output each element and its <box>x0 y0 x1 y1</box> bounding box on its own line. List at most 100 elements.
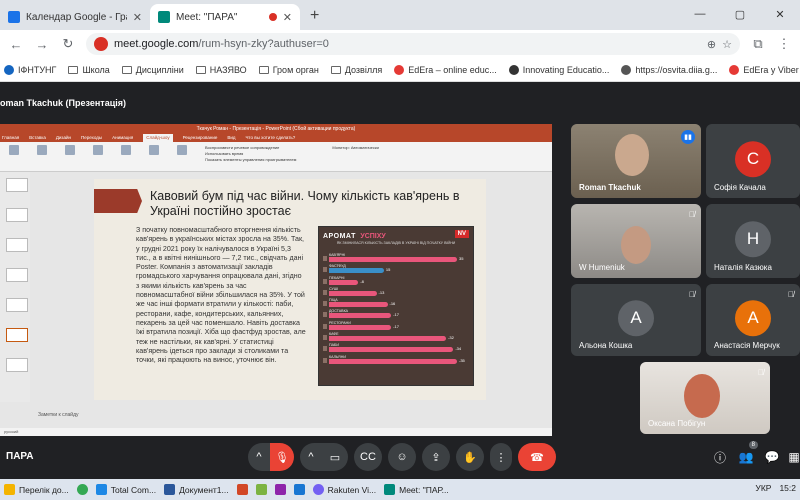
taskbar-item[interactable]: Rakuten Vi... <box>309 479 381 500</box>
present-button[interactable]: ⇪ <box>422 443 450 471</box>
site-icon <box>621 64 632 75</box>
taskbar-item[interactable] <box>73 479 92 500</box>
bookmark-folder[interactable]: Школа <box>68 65 110 75</box>
avatar: H <box>735 221 771 258</box>
meet-icon <box>158 11 170 23</box>
ribbon-button <box>143 145 165 168</box>
menu-icon[interactable]: ⋮ <box>776 36 792 52</box>
system-tray: УКР 15:2 <box>755 483 796 493</box>
menu-item-selected: Слайд-шоу <box>143 134 173 142</box>
site-icon <box>394 64 405 75</box>
row-icon <box>323 312 327 318</box>
url-text[interactable]: meet.google.com/rum-hsyn-zky?authuser=0 <box>114 38 701 50</box>
taskbar-item[interactable] <box>252 479 271 500</box>
site-icon <box>508 64 519 75</box>
tab-calendar[interactable]: Календар Google - Графік поч ✕ <box>0 4 150 30</box>
people-icon[interactable]: 👥 8 <box>736 441 758 467</box>
chat-icon[interactable]: 💬 <box>762 447 782 467</box>
slide-thumbnails <box>0 172 30 402</box>
row-value: -34 <box>455 346 462 352</box>
row-value: -16 <box>389 301 396 307</box>
close-tab-icon[interactable]: ✕ <box>133 11 142 24</box>
participant-tile[interactable]: ▮▮ Roman Tkachuk <box>571 124 701 198</box>
reload-icon[interactable]: ↻ <box>60 36 76 52</box>
menu-item: Главная <box>2 135 20 140</box>
zoom-icon[interactable]: ⊕ <box>707 38 716 51</box>
mic-off-button[interactable]: 🎙 <box>270 443 294 471</box>
bookmark-folder[interactable]: Дисципліни <box>121 65 184 75</box>
row-bar <box>329 268 384 274</box>
language-indicator[interactable]: УКР <box>755 483 771 493</box>
infographic-row: КАЛЬЯНИ -35 <box>323 355 471 366</box>
extensions-icon[interactable]: ⧉ <box>750 36 766 52</box>
bookmark-item[interactable]: Innovating Educatio... <box>508 64 609 75</box>
bookmark-item[interactable]: ІФНТУНГ <box>4 64 56 75</box>
clock[interactable]: 15:2 <box>779 483 796 493</box>
emoji-button[interactable]: ☺ <box>388 443 416 471</box>
ribbon-icon <box>149 145 159 155</box>
close-tab-icon[interactable]: ✕ <box>283 11 292 24</box>
site-info-icon[interactable] <box>94 37 108 51</box>
participant-count-badge: 8 <box>748 441 758 449</box>
bookmark-folder[interactable]: Гром орган <box>258 65 319 75</box>
activities-icon[interactable]: ▦ <box>784 447 800 467</box>
back-icon[interactable]: ← <box>8 37 24 52</box>
forward-icon[interactable]: → <box>34 37 50 52</box>
bookmark-item[interactable]: EdEra у Viber <box>729 64 799 75</box>
participant-tile[interactable]: A 🎙̸ Анастасія Мерчук <box>706 284 800 356</box>
browser-toolbar: ← → ↻ meet.google.com/rum-hsyn-zky?authu… <box>0 30 800 58</box>
row-label: ПЕКАРНІ <box>329 275 345 280</box>
bookmark-star-icon[interactable]: ☆ <box>722 38 732 51</box>
ribbon-icon <box>93 145 103 155</box>
close-window-button[interactable]: ✕ <box>760 0 800 28</box>
mic-off-icon: 🎙̸ <box>758 368 764 377</box>
slide-thumbnail <box>6 298 28 312</box>
address-bar[interactable]: meet.google.com/rum-hsyn-zky?authuser=0 … <box>86 33 740 55</box>
participant-name: Анастасія Мерчук <box>714 341 780 350</box>
taskbar-item[interactable]: Документ1... <box>160 479 233 500</box>
raise-hand-button[interactable]: ✋ <box>456 443 484 471</box>
more-options-button[interactable]: ⋮ <box>490 443 512 471</box>
participant-name: W Humeniuk <box>579 263 625 272</box>
slide: Кавовий бум під час війни. Чому кількіст… <box>94 179 486 400</box>
face-shape <box>615 134 649 176</box>
participant-tile[interactable]: 🎙̸ W Humeniuk <box>571 204 701 278</box>
mic-off-icon: 🎙̸ <box>689 290 695 299</box>
info-icon[interactable]: ⓘ <box>710 447 730 467</box>
maximize-button[interactable]: ▢ <box>720 0 760 28</box>
slide-thumbnail <box>6 208 28 222</box>
mic-options-button[interactable]: ^ <box>248 443 270 471</box>
participant-name: Софія Качала <box>714 183 766 192</box>
captions-button[interactable]: CC <box>354 443 382 471</box>
leave-call-button[interactable]: ☎ <box>518 443 556 471</box>
bookmark-item[interactable]: EdEra – online educ... <box>394 64 497 75</box>
infographic-row: КАВ'ЯРНІ 35 <box>323 253 471 264</box>
row-icon <box>323 267 327 273</box>
folder-icon <box>195 65 206 74</box>
taskbar-item[interactable] <box>271 479 290 500</box>
new-tab-button[interactable]: + <box>310 7 319 25</box>
participant-tile[interactable]: 🎙̸ Оксана Побігун <box>640 362 770 434</box>
minimize-button[interactable]: — <box>680 0 720 28</box>
bookmark-folder[interactable]: НАЗЯВО <box>195 65 247 75</box>
powerpoint-menu: Главная Вставка Дизайн Переходы Анимация… <box>0 134 552 142</box>
camera-button[interactable]: ▭ <box>322 443 348 471</box>
row-icon <box>323 346 327 352</box>
participant-tile[interactable]: A 🎙̸ Альона Кошка <box>571 284 701 356</box>
taskbar-item[interactable]: Перелік до... <box>0 479 73 500</box>
infographic-subtitle: ЯК ЗМІНИЛАСЯ КІЛЬКІСТЬ ЗАКЛАДІВ В УКРАЇН… <box>336 241 456 245</box>
tab-meet[interactable]: Meet: "ПАРА" ✕ <box>150 4 300 30</box>
taskbar-item[interactable]: Total Com... <box>92 479 160 500</box>
app-icon <box>274 484 286 495</box>
taskbar-item[interactable] <box>290 479 309 500</box>
participant-name: Наталія Казюка <box>714 263 772 272</box>
bookmark-item[interactable]: https://osvita.diia.g... <box>621 64 717 75</box>
participant-tile[interactable]: H Наталія Казюка <box>706 204 800 278</box>
taskbar-item[interactable] <box>233 479 252 500</box>
bookmark-folder[interactable]: Дозвілля <box>330 65 382 75</box>
camera-options-button[interactable]: ^ <box>300 443 322 471</box>
taskbar-item[interactable]: Meet: "ПАР... <box>380 479 453 500</box>
participant-tile[interactable]: C Софія Качала <box>706 124 800 198</box>
face-shape <box>684 374 720 418</box>
row-icon <box>323 289 327 295</box>
